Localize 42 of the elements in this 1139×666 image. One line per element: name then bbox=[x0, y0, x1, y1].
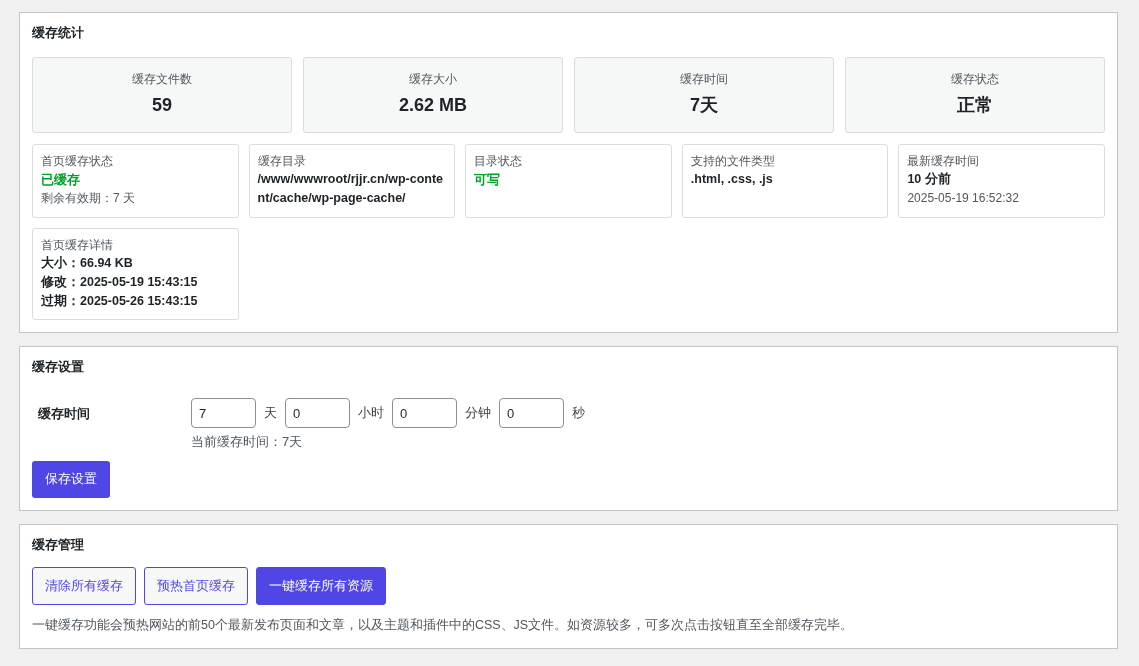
input-field[interactable]: 0 bbox=[499, 398, 564, 428]
info-note: 剩余有效期：7 天 bbox=[41, 189, 136, 207]
input-field[interactable]: 7 bbox=[191, 398, 256, 428]
current-cache-time: 当前缓存时间：7天 bbox=[191, 433, 304, 451]
panel-title: 缓存管理 bbox=[32, 535, 85, 554]
info-label: 首页缓存状态 bbox=[41, 152, 114, 170]
action-button[interactable]: 预热首页缓存 bbox=[144, 567, 248, 605]
status-value: 已缓存 bbox=[41, 170, 81, 189]
info-value: 10 分前 bbox=[907, 170, 952, 188]
info-label: 目录状态 bbox=[474, 152, 524, 170]
stat-value: 7天 bbox=[690, 94, 718, 117]
info-value: /www/wwwroot/rjjr.cn/wp-content/cache/wp-page-cache/ bbox=[257, 170, 445, 207]
info-label: 缓存目录 bbox=[257, 152, 307, 170]
action-button[interactable]: 清除所有缓存 bbox=[32, 567, 136, 605]
info-note: 一键缓存功能会预热网站的前50个最新发布页面和文章，以及主题和插件中的CSS、JS文件。如资源较多，可多次点击按钮直至全部缓存完毕。 bbox=[32, 617, 855, 634]
stat-value: 59 bbox=[152, 94, 172, 117]
unit-label: 天 bbox=[264, 404, 277, 423]
stat-value: 正常 bbox=[957, 94, 993, 117]
save-settings-button[interactable]: 保存设置 bbox=[32, 460, 110, 498]
action-button[interactable]: 一键缓存所有资源 bbox=[256, 567, 386, 605]
info-value: 大小：66.94 KB bbox=[41, 254, 134, 272]
unit-label: 小时 bbox=[358, 404, 384, 423]
input-field[interactable]: 0 bbox=[392, 398, 457, 428]
panel-title: 缓存统计 bbox=[32, 24, 85, 42]
info-label: 最新缓存时间 bbox=[907, 152, 981, 170]
stat-label: 缓存文件数 bbox=[132, 71, 192, 88]
unit-label: 分钟 bbox=[465, 404, 491, 423]
stat-value: 2.62 MB bbox=[399, 94, 467, 117]
stat-label: 缓存大小 bbox=[409, 71, 457, 88]
unit-label: 秒 bbox=[572, 404, 585, 423]
info-value: 过期：2025-05-26 15:43:15 bbox=[41, 292, 199, 310]
input-field[interactable]: 0 bbox=[285, 398, 350, 428]
stat-label: 缓存状态 bbox=[951, 71, 999, 88]
info-value: 修改：2025-05-19 15:43:15 bbox=[41, 273, 199, 291]
info-note: 2025-05-19 16:52:32 bbox=[907, 189, 1020, 207]
panel-title: 缓存设置 bbox=[32, 357, 85, 376]
info-label: 支持的文件类型 bbox=[690, 152, 776, 170]
info-label: 首页缓存详情 bbox=[41, 236, 114, 254]
info-value: .html, .css, .js bbox=[690, 170, 774, 188]
stat-label: 缓存时间 bbox=[680, 71, 728, 88]
status-value: 可写 bbox=[474, 170, 502, 189]
field-label: 缓存时间 bbox=[37, 405, 91, 423]
